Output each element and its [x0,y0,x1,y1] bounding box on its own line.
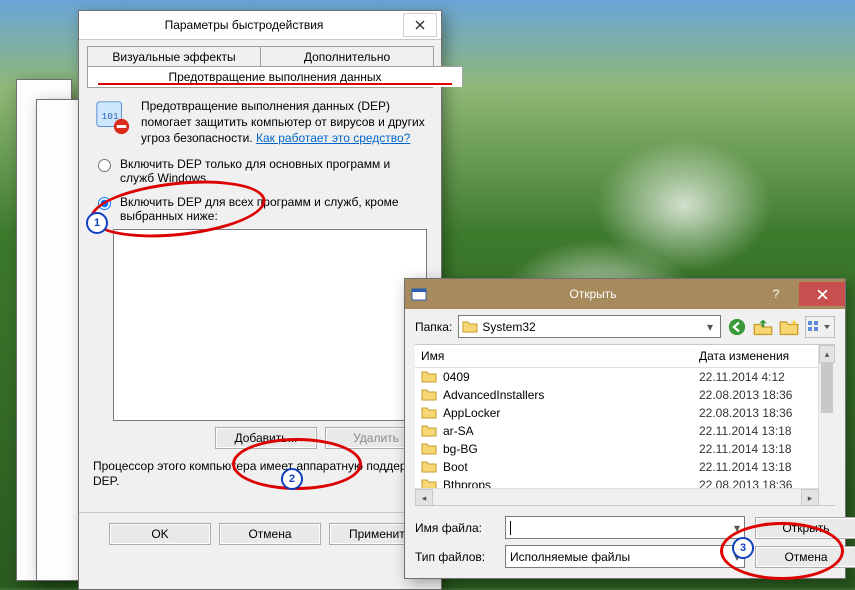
column-date[interactable]: Дата изменения [693,345,835,367]
chevron-down-icon: ▾ [703,320,717,334]
cancel-button[interactable]: Отмена [219,523,321,545]
radio-all[interactable]: Включить DEP для всех программ и служб, … [93,195,427,223]
new-folder-icon[interactable] [779,317,799,337]
open-button[interactable]: Открыть [755,517,855,539]
list-item[interactable]: AppLocker22.08.2013 18:36 [415,404,835,422]
dep-shield-icon: 101 [93,98,131,136]
horizontal-scrollbar[interactable]: ◂▸ [415,488,819,505]
folder-icon [421,423,437,439]
performance-options-window: Параметры быстродействия Визуальные эффе… [78,10,442,590]
list-item[interactable]: 040922.11.2014 4:12 [415,368,835,386]
back-icon[interactable] [727,317,747,337]
vertical-scrollbar[interactable]: ▴ [818,345,835,505]
dep-intro-text: Предотвращение выполнения данных (DEP) п… [141,98,427,147]
open-dialog: Открыть ? Папка: System32 ▾ Имя Дата изм… [404,278,846,579]
filename-label: Имя файла: [415,521,495,535]
open-cancel-button[interactable]: Отмена [755,546,855,568]
view-menu-icon[interactable] [805,316,835,338]
chevron-down-icon: ▾ [734,521,740,535]
folder-combo[interactable]: System32 ▾ [458,315,721,338]
folder-icon [421,369,437,385]
tab-dep[interactable]: Предотвращение выполнения данных [87,66,463,87]
tabs: Визуальные эффекты Дополнительно Предотв… [87,46,433,88]
close-button[interactable] [403,13,437,37]
tab-highlight [98,83,452,85]
open-titlebar[interactable]: Открыть ? [405,279,845,309]
folder-icon [462,319,478,335]
folder-icon [421,387,437,403]
list-item[interactable]: AdvancedInstallers22.08.2013 18:36 [415,386,835,404]
filetype-label: Тип файлов: [415,550,495,564]
tab-visual-effects[interactable]: Визуальные эффекты [87,46,261,67]
column-name[interactable]: Имя [415,345,693,367]
open-title: Открыть [433,287,753,301]
file-list[interactable]: Имя Дата изменения 040922.11.2014 4:12Ad… [415,344,835,506]
add-button[interactable]: Добавить... [215,427,317,449]
radio-essential-input[interactable] [98,159,111,172]
open-close-button[interactable] [799,282,845,306]
svg-text:101: 101 [102,111,119,122]
up-icon[interactable] [753,317,773,337]
chevron-down-icon: ▾ [734,550,740,564]
filetype-combo[interactable]: Исполняемые файлы ▾ [505,545,745,568]
titlebar[interactable]: Параметры быстродействия [79,11,441,40]
folder-label: Папка: [415,320,452,334]
open-window-icon [411,286,427,302]
tab-advanced[interactable]: Дополнительно [260,46,434,67]
radio-essential-label: Включить DEP только для основных програм… [120,157,427,185]
radio-all-input[interactable] [98,197,111,210]
filename-input[interactable]: ▾ [505,516,745,539]
list-item[interactable]: bg-BG22.11.2014 13:18 [415,440,835,458]
folder-value: System32 [482,320,703,334]
dep-how-link[interactable]: Как работает это средство? [256,131,410,145]
folder-icon [421,405,437,421]
radio-all-label: Включить DEP для всех программ и служб, … [120,195,427,223]
ok-button[interactable]: OK [109,523,211,545]
list-item[interactable]: ar-SA22.11.2014 13:18 [415,422,835,440]
help-button[interactable]: ? [753,282,799,306]
radio-essential[interactable]: Включить DEP только для основных програм… [93,157,427,185]
window-title: Параметры быстродействия [87,18,401,32]
exception-list[interactable] [113,229,427,421]
folder-icon [421,459,437,475]
list-item[interactable]: Boot22.11.2014 13:18 [415,458,835,476]
hardware-note: Процессор этого компьютера имеет аппарат… [93,459,427,490]
folder-icon [421,441,437,457]
